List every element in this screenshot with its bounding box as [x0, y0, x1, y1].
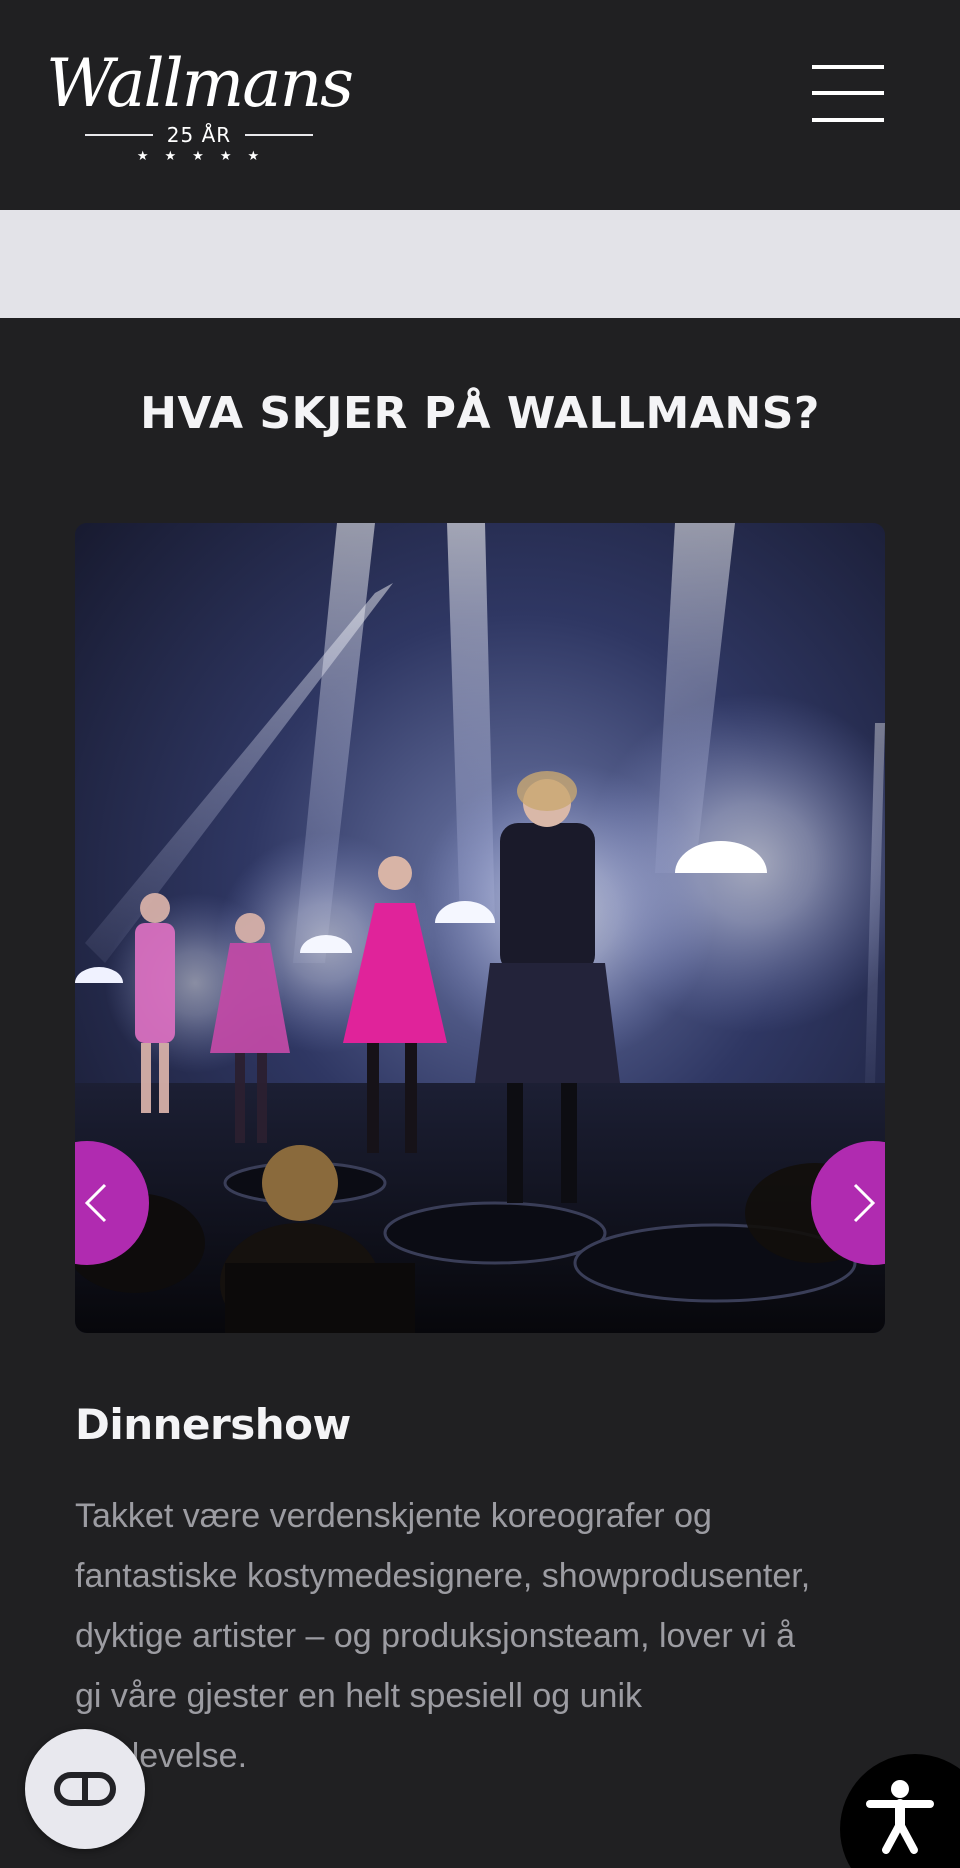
logo-divider-left: [84, 134, 153, 136]
accessibility-icon: [866, 1780, 934, 1854]
dinnershow-image: [75, 523, 885, 1333]
card-title: Dinnershow: [75, 1400, 351, 1449]
menu-bar-top: [812, 65, 884, 69]
logo-tagline: 25 ÅR: [74, 122, 324, 148]
event-carousel[interactable]: [75, 523, 885, 1333]
chevron-right-icon: [853, 1183, 876, 1223]
logo-wordmark: Wallmans: [46, 45, 354, 122]
cookie-consent-button[interactable]: [25, 1729, 145, 1849]
notice-band: [0, 210, 960, 318]
section-title: HVA SKJER PÅ WALLMANS?: [140, 388, 820, 439]
logo-stars: ★★★★★: [136, 148, 276, 163]
wallmans-logo[interactable]: Wallmans 25 ÅR ★★★★★: [46, 28, 354, 170]
chevron-left-icon: [84, 1183, 107, 1223]
logo-years: 25 ÅR: [166, 123, 232, 147]
accessibility-button[interactable]: [840, 1754, 960, 1868]
cookie-consent-icon: [54, 1772, 116, 1806]
menu-bar-middle: [812, 91, 884, 95]
card-description: Takket være verdenskjente koreografer og…: [75, 1497, 811, 1775]
logo-wordmark-text: Wallmans: [46, 45, 352, 122]
menu-bar-bottom: [812, 118, 884, 122]
logo-divider-right: [245, 134, 314, 136]
site-header: Wallmans 25 ÅR ★★★★★: [0, 0, 960, 210]
page: Wallmans 25 ÅR ★★★★★ HVA SKJER PÅ WALLMA…: [0, 0, 960, 1868]
hamburger-menu-icon[interactable]: [812, 62, 884, 126]
